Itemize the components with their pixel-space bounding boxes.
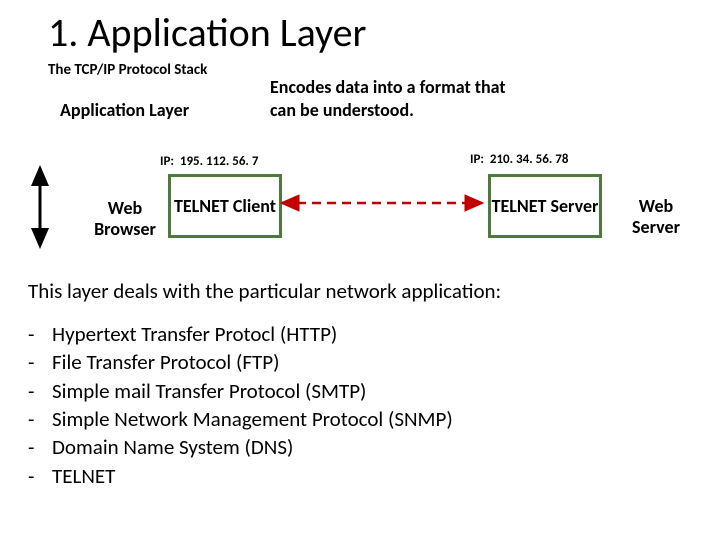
slide-title: 1. Application Layer: [48, 8, 720, 57]
layer-description: Encodes data into a format that can be u…: [270, 76, 520, 121]
telnet-server-box: TELNET Server: [488, 174, 602, 238]
protocol-list: Hypertext Transfer Protocl (HTTP) File T…: [28, 320, 453, 490]
ip-left-prefix: IP:: [160, 154, 174, 169]
web-browser-label: Web Browser: [80, 198, 170, 239]
list-item: Domain Name System (DNS): [28, 433, 453, 461]
ip-right: IP: 210. 34. 56. 78: [470, 152, 568, 167]
list-item: Simple mail Transfer Protocol (SMTP): [28, 377, 453, 405]
list-item: Simple Network Management Protocol (SNMP…: [28, 405, 453, 433]
ip-left-value: 195. 112. 56. 7: [180, 154, 259, 169]
summary-text: This layer deals with the particular net…: [28, 278, 501, 304]
web-server-label: Web Server: [616, 196, 696, 237]
list-item: File Transfer Protocol (FTP): [28, 348, 453, 376]
telnet-client-box: TELNET Client: [168, 174, 282, 238]
list-item: TELNET: [28, 462, 453, 490]
list-item: Hypertext Transfer Protocl (HTTP): [28, 320, 453, 348]
ip-left: IP: 195. 112. 56. 7: [160, 154, 258, 169]
ip-right-prefix: IP:: [470, 152, 484, 167]
ip-right-value: 210. 34. 56. 78: [490, 152, 569, 167]
